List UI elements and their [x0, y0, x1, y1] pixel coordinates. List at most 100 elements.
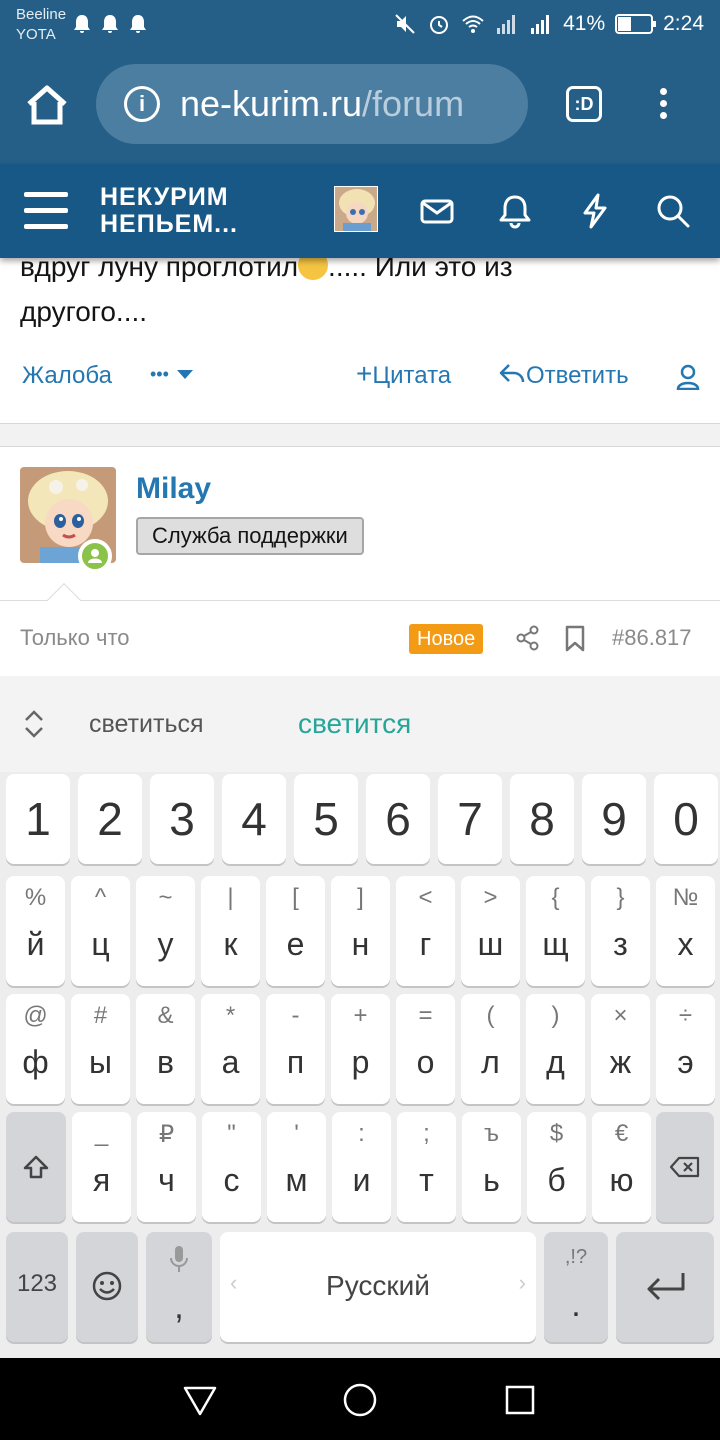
letter-key[interactable]: # ы: [71, 994, 130, 1104]
letter-key[interactable]: № х: [656, 876, 715, 986]
letter-key[interactable]: ; т: [397, 1112, 456, 1222]
letter-key[interactable]: [е: [266, 876, 325, 986]
letter-key[interactable]: ъь: [462, 1112, 521, 1222]
letter-key[interactable]: > ш: [461, 876, 520, 986]
letter-key[interactable]: * а: [201, 994, 260, 1104]
post-text-fragment: вдруг луну проглотил: [20, 258, 299, 282]
post-time[interactable]: Только что: [20, 625, 130, 651]
number-key[interactable]: 3: [150, 774, 214, 864]
letter-key[interactable]: & в: [136, 994, 195, 1104]
emoji-key[interactable]: [76, 1232, 138, 1342]
key-label: 2: [97, 793, 123, 845]
letter-key[interactable]: {щ: [526, 876, 585, 986]
key-alt-label: ъ: [484, 1120, 499, 1147]
key-alt-label: №: [672, 884, 699, 911]
address-bar[interactable]: i ne-kurim.ru/forum: [96, 64, 528, 144]
letter-key[interactable]: × ж: [591, 994, 650, 1104]
key-label: о: [416, 1044, 435, 1080]
back-icon[interactable]: [182, 1382, 218, 1418]
info-icon[interactable]: i: [124, 86, 160, 122]
letter-key[interactable]: @ ф: [6, 994, 65, 1104]
space-key[interactable]: ‹ Русский ›: [220, 1232, 536, 1342]
letter-key[interactable]: _ я: [72, 1112, 131, 1222]
recents-icon[interactable]: [502, 1382, 538, 1418]
letter-key[interactable]: < г: [396, 876, 455, 986]
menu-icon[interactable]: [24, 192, 68, 230]
share-icon[interactable]: [514, 624, 542, 652]
username-link[interactable]: Milay: [136, 472, 211, 506]
period-key[interactable]: ,!? .: [544, 1232, 608, 1342]
enter-icon: [647, 1273, 685, 1301]
space-label: Русский: [326, 1270, 430, 1301]
symbols-key[interactable]: 123: [6, 1232, 68, 1342]
letter-key[interactable]: ' м: [267, 1112, 326, 1222]
plus-icon: +: [356, 358, 373, 389]
number-key[interactable]: 1: [6, 774, 70, 864]
enter-key[interactable]: [616, 1232, 714, 1342]
letter-key[interactable]: :и: [332, 1112, 391, 1222]
user-avatar[interactable]: [334, 186, 378, 232]
mail-icon[interactable]: [418, 192, 456, 230]
number-key[interactable]: 4: [222, 774, 286, 864]
letter-key[interactable]: ~ у: [136, 876, 195, 986]
key-alt-label: &: [157, 1002, 174, 1029]
more-vert-icon[interactable]: [648, 84, 678, 128]
bolt-icon[interactable]: [576, 192, 614, 230]
url-path: /forum: [362, 83, 465, 124]
search-icon[interactable]: [654, 192, 692, 230]
battery-percent: 41%: [563, 12, 606, 35]
number-key[interactable]: 5: [294, 774, 358, 864]
number-key[interactable]: 6: [366, 774, 430, 864]
letter-key[interactable]: | к: [201, 876, 260, 986]
bell-icon[interactable]: [496, 192, 534, 230]
letter-key[interactable]: -п: [266, 994, 325, 1104]
number-key[interactable]: 2: [78, 774, 142, 864]
site-logo[interactable]: НЕКУРИМ НЕПЬЕМ...: [100, 184, 238, 238]
report-button[interactable]: Жалоба: [22, 362, 112, 390]
expand-suggestions-icon[interactable]: [22, 706, 46, 742]
quote-button[interactable]: +Цитата: [356, 360, 451, 390]
period-label: .: [571, 1286, 581, 1324]
new-badge: Новое: [409, 624, 484, 654]
post-number-link[interactable]: #86.817: [612, 625, 692, 651]
letter-key[interactable]: € ю: [592, 1112, 651, 1222]
letter-key[interactable]: ) д: [526, 994, 585, 1104]
key-label: в: [157, 1044, 174, 1080]
number-key[interactable]: 7: [438, 774, 502, 864]
key-alt-label: <: [418, 884, 433, 911]
key-alt-label: [: [292, 884, 299, 911]
number-key[interactable]: 0: [654, 774, 718, 864]
letter-key[interactable]: (л: [461, 994, 520, 1104]
letter-key[interactable]: = о: [396, 994, 455, 1104]
letter-key[interactable]: + р: [331, 994, 390, 1104]
tabs-icon[interactable]: :D: [566, 86, 602, 122]
rolling-eyes-emoji-icon: [298, 258, 329, 280]
comma-key[interactable]: ,: [146, 1232, 212, 1342]
key-alt-label: #: [93, 1002, 108, 1029]
suggestion-primary[interactable]: светится: [298, 708, 411, 740]
letter-key[interactable]: ÷ э: [656, 994, 715, 1104]
bell-icon: [102, 15, 118, 33]
key-label: х: [677, 926, 694, 962]
letter-key[interactable]: } з: [591, 876, 650, 986]
user-icon[interactable]: [676, 364, 700, 390]
shift-key[interactable]: [6, 1112, 66, 1222]
number-key[interactable]: 9: [582, 774, 646, 864]
key-label: ы: [89, 1044, 112, 1080]
bookmark-icon[interactable]: [562, 624, 588, 652]
key-label: 3: [169, 793, 195, 845]
letter-key[interactable]: % й: [6, 876, 65, 986]
letter-key[interactable]: ₽ ч: [137, 1112, 196, 1222]
letter-key[interactable]: $ б: [527, 1112, 586, 1222]
url-text[interactable]: ne-kurim.ru/forum: [180, 83, 464, 125]
home-nav-icon[interactable]: [342, 1382, 378, 1418]
letter-key[interactable]: " с: [202, 1112, 261, 1222]
reply-button[interactable]: Ответить: [498, 362, 629, 390]
backspace-key[interactable]: [656, 1112, 714, 1222]
more-actions-button[interactable]: •••: [150, 362, 194, 390]
home-icon[interactable]: [24, 82, 70, 128]
letter-key[interactable]: ] н: [331, 876, 390, 986]
number-key[interactable]: 8: [510, 774, 574, 864]
letter-key[interactable]: ^ ц: [71, 876, 130, 986]
suggestion[interactable]: светиться: [89, 710, 204, 739]
